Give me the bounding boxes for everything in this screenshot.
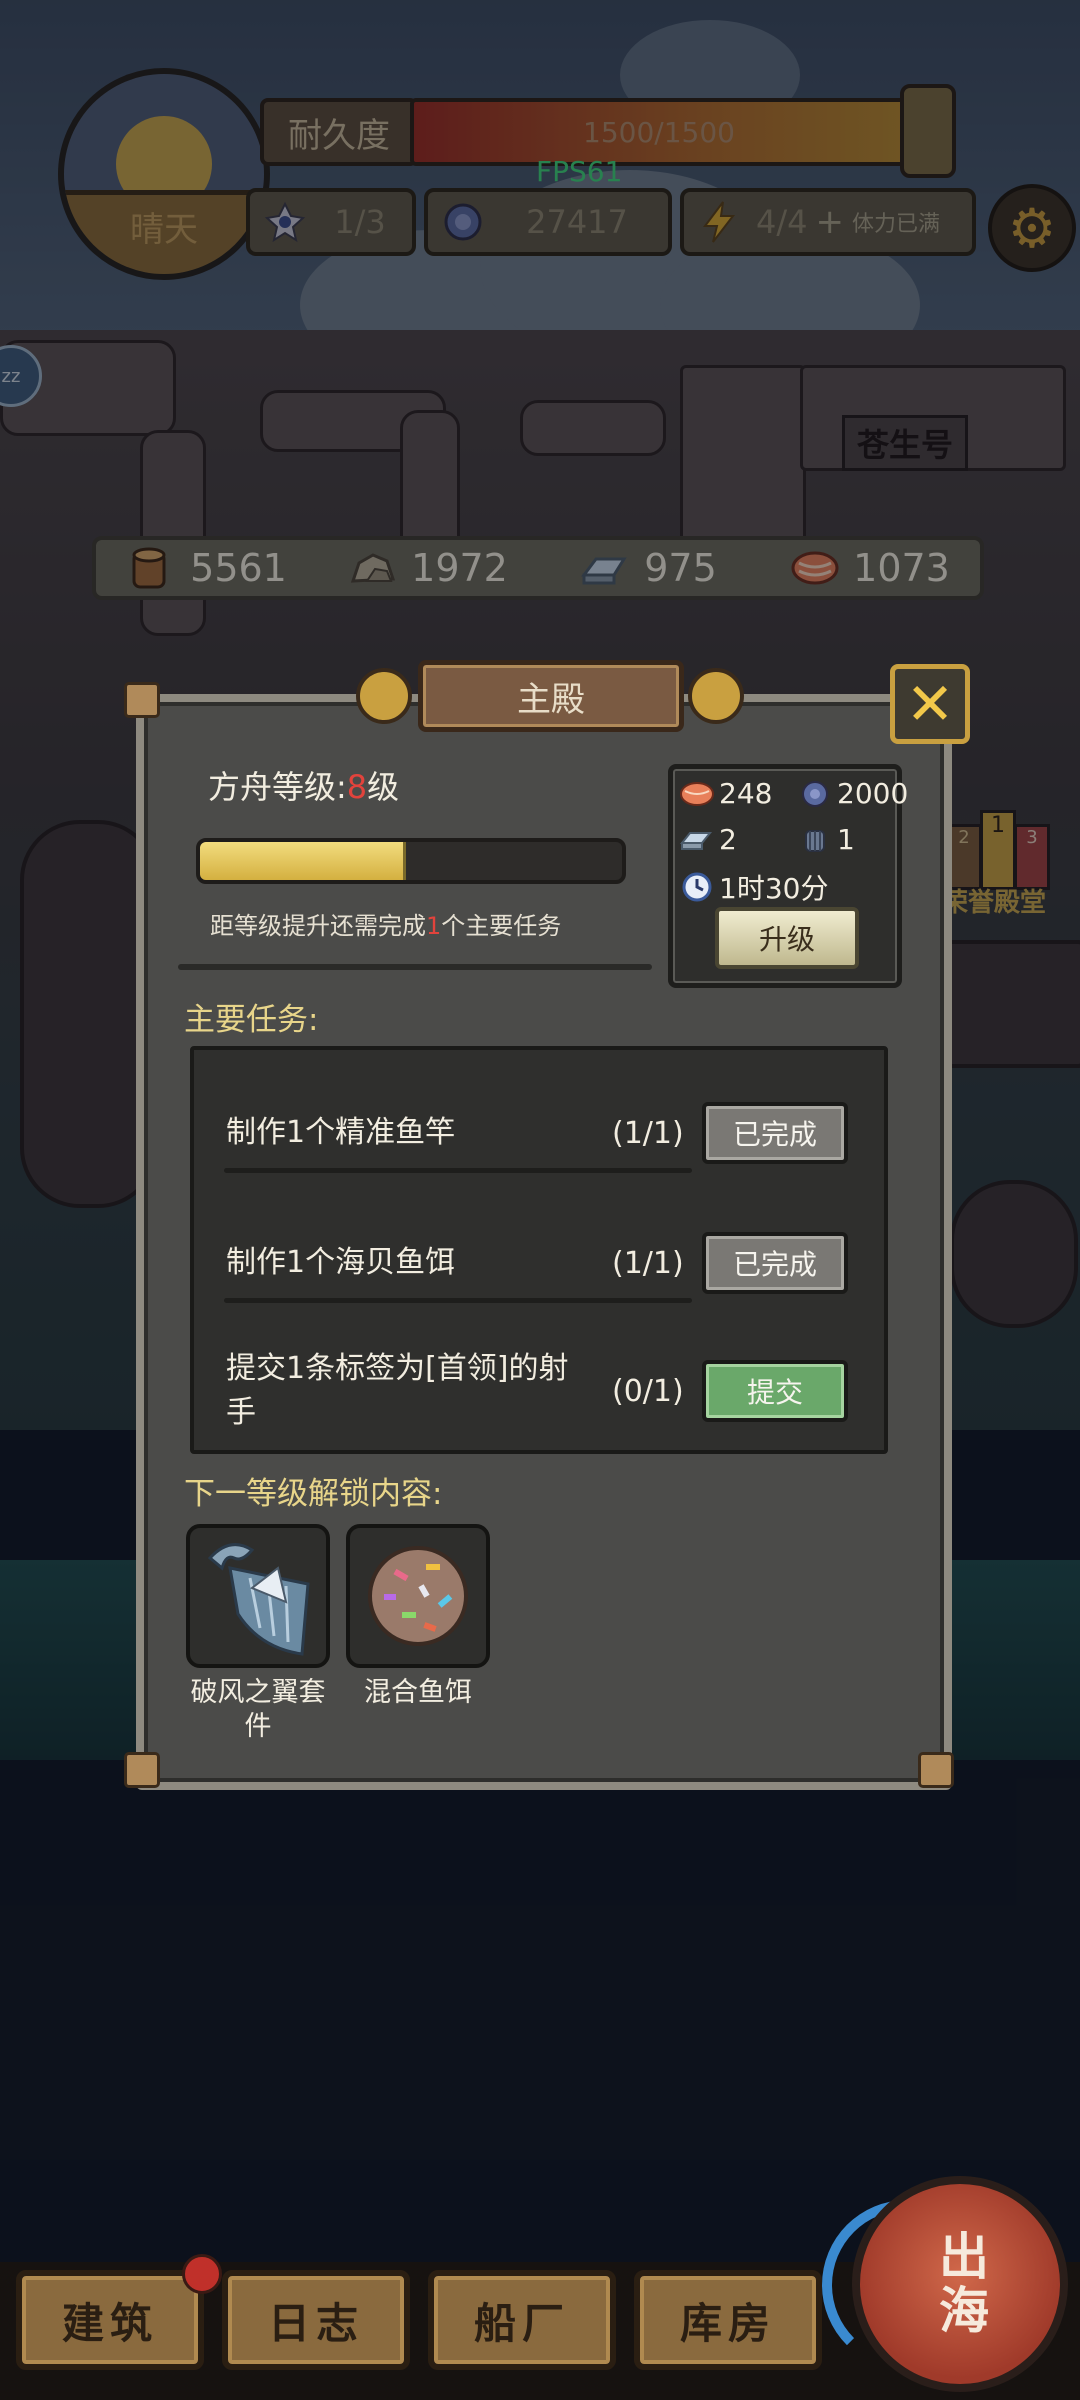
task-completed-button[interactable]: 已完成	[702, 1232, 848, 1294]
unlock-item-mixed-bait[interactable]	[346, 1524, 490, 1668]
req-time: 1时30分	[679, 867, 828, 907]
nav-warehouse[interactable]: 库房	[634, 2270, 822, 2370]
close-icon[interactable]: ✕	[890, 664, 970, 744]
dialog-corner	[124, 682, 160, 718]
dialog-corner	[918, 1752, 954, 1788]
req-part: 1	[797, 823, 855, 856]
task-separator	[224, 1298, 692, 1303]
task-item: 制作1个精准鱼竿 (1/1) 已完成	[226, 1088, 884, 1178]
title-knob	[356, 668, 412, 724]
engine-part-icon	[797, 825, 833, 855]
hint-count: 1	[426, 912, 442, 940]
req-time-value: 1时30分	[719, 872, 829, 905]
fish-meat-icon	[679, 779, 715, 809]
ark-level-unit: 级	[367, 768, 400, 806]
iron-icon	[679, 825, 715, 855]
req-iron-value: 2	[719, 823, 737, 856]
level-progress-fill	[200, 842, 406, 880]
task-list: 制作1个精准鱼竿 (1/1) 已完成 制作1个海贝鱼饵 (1/1) 已完成 提交…	[190, 1046, 888, 1454]
upgrade-button[interactable]: 升级	[715, 907, 859, 969]
task-separator	[224, 1168, 692, 1173]
task-count: (1/1)	[612, 1115, 684, 1151]
notification-dot	[182, 2254, 222, 2294]
unlock-title: 下一等级解锁内容:	[184, 1476, 443, 1512]
nav-building[interactable]: 建筑	[16, 2270, 204, 2370]
ark-level: 方舟等级:8级	[208, 762, 399, 808]
req-fish: 248	[679, 777, 772, 810]
set-sail-button[interactable]: 出海	[852, 2176, 1068, 2392]
upgrade-requirements: 248 2000 2 1 1时30分 升级	[668, 764, 908, 988]
dialog-corner	[124, 1752, 160, 1788]
task-submit-button[interactable]: 提交	[702, 1360, 848, 1422]
tasks-title: 主要任务:	[184, 1002, 319, 1038]
req-coins: 2000	[797, 777, 908, 810]
mixed-bait-icon	[368, 1546, 468, 1646]
set-sail-label: 出海	[931, 2230, 989, 2338]
task-name: 制作1个海贝鱼饵	[226, 1245, 456, 1280]
task-item: 制作1个海贝鱼饵 (1/1) 已完成	[226, 1218, 884, 1308]
hint-prefix: 距等级提升还需完成	[210, 912, 426, 940]
dialog-title: 主殿	[418, 660, 684, 732]
title-knob	[688, 668, 744, 724]
req-iron: 2	[679, 823, 737, 856]
req-part-value: 1	[837, 823, 855, 856]
unlock-name: 破风之翼套件	[190, 1677, 326, 1742]
wing-kit-icon	[207, 1543, 310, 1656]
section-divider	[178, 964, 652, 970]
clock-icon	[679, 872, 715, 902]
ark-level-number: 8	[346, 768, 368, 806]
task-name: 制作1个精准鱼竿	[226, 1115, 456, 1150]
level-hint: 距等级提升还需完成1个主要任务	[210, 906, 561, 941]
level-progress-bar	[196, 838, 626, 884]
nav-shipyard[interactable]: 船厂	[428, 2270, 616, 2370]
task-count: (1/1)	[612, 1245, 684, 1281]
task-completed-button[interactable]: 已完成	[702, 1102, 848, 1164]
task-count: (0/1)	[612, 1373, 684, 1409]
req-coins-value: 2000	[837, 777, 909, 810]
unlock-name: 混合鱼饵	[364, 1677, 472, 1708]
unlock-item-wing-kit[interactable]	[186, 1524, 330, 1668]
shell-coin-icon	[797, 779, 833, 809]
nav-log[interactable]: 日志	[222, 2270, 410, 2370]
task-name: 提交1条标签为[首领]的射手	[226, 1351, 569, 1430]
hint-suffix: 个主要任务	[441, 912, 562, 940]
req-fish-value: 248	[719, 777, 773, 810]
ark-level-label: 方舟等级:	[208, 768, 347, 806]
task-item: 提交1条标签为[首领]的射手 (0/1) 提交	[226, 1346, 884, 1436]
